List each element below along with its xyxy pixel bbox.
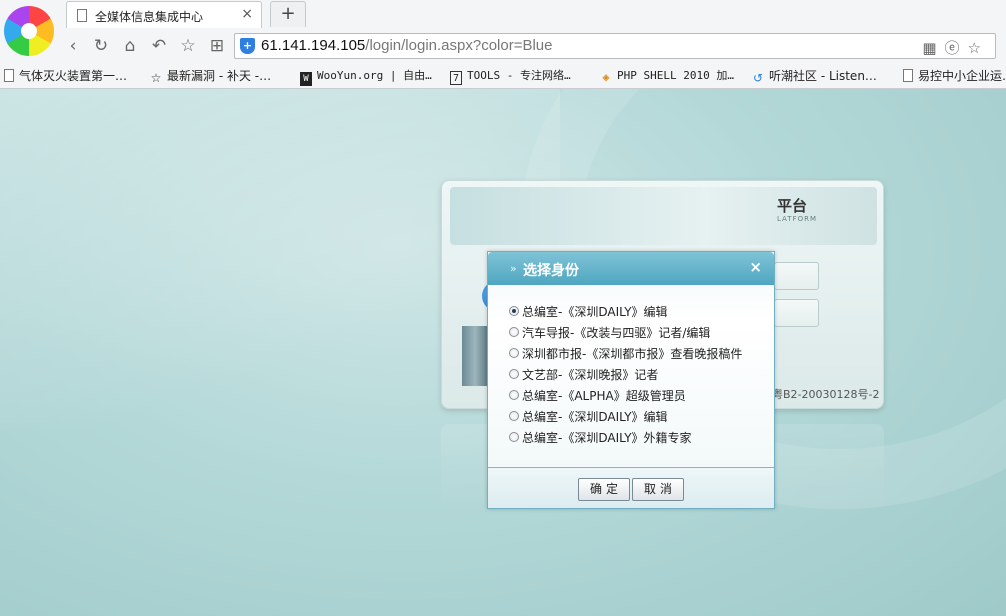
dialog-header: » 选择身份 ×	[488, 252, 774, 285]
tab-title: 全媒体信息集成中心	[95, 10, 204, 24]
security-shield-icon: +	[240, 38, 255, 54]
dialog-title: 选择身份	[523, 263, 579, 279]
title-chevron-icon: »	[510, 262, 517, 275]
identity-option-label: 总编室-《深圳DAILY》编辑	[522, 410, 668, 424]
bookmark-item[interactable]: 易控中小企业运…	[903, 67, 1006, 84]
address-bar[interactable]: + 61.141.194.105/login/login.aspx?color=…	[234, 33, 996, 59]
login-header-band: 平台 LATFORM	[450, 187, 877, 245]
bookmark-label: TOOLS - 专注网络…	[467, 69, 571, 82]
browser-tab[interactable]: 全媒体信息集成中心 ×	[66, 1, 262, 28]
dialog-footer: 确定 取消	[488, 467, 774, 508]
undo-close-icon[interactable]: ↶	[148, 35, 170, 57]
bookmark-item[interactable]: ◈ PHP SHELL 2010 加…	[600, 67, 734, 84]
login-title: 平台	[777, 197, 808, 215]
star-icon: ☆	[150, 71, 162, 85]
bookmark-label: 易控中小企业运…	[918, 69, 1006, 83]
radio-button[interactable]	[509, 369, 519, 379]
tab-close-icon[interactable]: ×	[241, 6, 253, 22]
tools-icon: 7	[450, 71, 462, 85]
identity-option-label: 汽车导报-《改装与四驱》记者/编辑	[522, 326, 711, 340]
bookmark-item[interactable]: 气体灭火装置第一…	[4, 67, 127, 84]
tab-strip: 全媒体信息集成中心 × +	[60, 0, 1006, 28]
identity-option-label: 深圳都市报-《深圳都市报》查看晚报稿件	[522, 347, 743, 361]
radio-button[interactable]	[509, 390, 519, 400]
url-host: 61.141.194.105	[261, 37, 366, 54]
apps-icon[interactable]: ⊞	[206, 35, 228, 57]
refresh-icon[interactable]: ↻	[90, 35, 112, 57]
select-identity-dialog: » 选择身份 × 总编室-《深圳DAILY》编辑 汽车导报-《改装与四驱》记者/…	[487, 251, 775, 509]
identity-option-label: 文艺部-《深圳晚报》记者	[522, 368, 659, 382]
identity-options: 总编室-《深圳DAILY》编辑 汽车导报-《改装与四驱》记者/编辑 深圳都市报-…	[488, 285, 774, 467]
login-subtitle: LATFORM	[777, 215, 818, 223]
username-field[interactable]	[774, 262, 819, 290]
radio-button[interactable]	[509, 432, 519, 442]
page-icon	[4, 69, 14, 82]
page-icon	[903, 69, 913, 82]
radio-button[interactable]	[509, 306, 519, 316]
radio-button[interactable]	[509, 348, 519, 358]
refresh-swirl-icon: ↺	[752, 71, 764, 85]
cancel-button[interactable]: 取消	[632, 478, 684, 501]
bookmark-item[interactable]: W WooYun.org | 自由…	[300, 67, 432, 86]
home-icon[interactable]: ⌂	[119, 35, 141, 57]
bookmark-item[interactable]: 7 TOOLS - 专注网络…	[450, 67, 571, 85]
identity-option-label: 总编室-《深圳DAILY》编辑	[522, 305, 668, 319]
bookmark-item[interactable]: ☆ 最新漏洞 - 补天 -…	[150, 67, 272, 85]
identity-option-label: 总编室-《深圳DAILY》外籍专家	[522, 431, 692, 445]
page-icon	[77, 9, 87, 22]
bookmark-label: 听潮社区 - Listen…	[769, 69, 877, 83]
radio-button[interactable]	[509, 327, 519, 337]
navigation-bar: ‹ ↻ ⌂ ↶ ☆ ⊞ + 61.141.194.105/login/login…	[56, 31, 1006, 61]
php-shell-icon: ◈	[602, 70, 610, 84]
bookmark-label: WooYun.org | 自由…	[317, 69, 432, 82]
bookmark-label: 气体灭火装置第一…	[19, 69, 128, 83]
icp-license: 粤B2-20030128号-2	[772, 388, 880, 401]
url-path: /login/login.aspx?color=Blue	[365, 37, 553, 54]
browser-chrome: 全媒体信息集成中心 × + ‹ ↻ ⌂ ↶ ☆ ⊞ + 61.141.194.1…	[0, 0, 1006, 89]
favorites-icon[interactable]: ☆	[177, 35, 199, 57]
close-icon[interactable]: ×	[749, 258, 762, 276]
password-field[interactable]	[774, 299, 819, 327]
bookmark-label: PHP SHELL 2010 加…	[617, 69, 734, 82]
building-image	[462, 326, 488, 386]
address-bar-icons[interactable]: ▦ⓔ☆	[922, 37, 989, 58]
browser-logo-icon[interactable]	[4, 6, 54, 56]
bookmark-item[interactable]: ↺ 听潮社区 - Listen…	[752, 67, 877, 85]
bookmark-label: 最新漏洞 - 补天 -…	[167, 69, 272, 83]
identity-option-label: 总编室-《ALPHA》超级管理员	[522, 389, 686, 403]
radio-button[interactable]	[509, 411, 519, 421]
url-text[interactable]: 61.141.194.105/login/login.aspx?color=Bl…	[261, 37, 553, 54]
bookmarks-bar: 气体灭火装置第一… ☆ 最新漏洞 - 补天 -… W WooYun.org | 自由…	[0, 62, 1006, 88]
ok-button[interactable]: 确定	[578, 478, 630, 501]
new-tab-button[interactable]: +	[270, 1, 306, 27]
back-icon[interactable]: ‹	[62, 35, 84, 57]
wooyun-icon: W	[300, 72, 312, 86]
